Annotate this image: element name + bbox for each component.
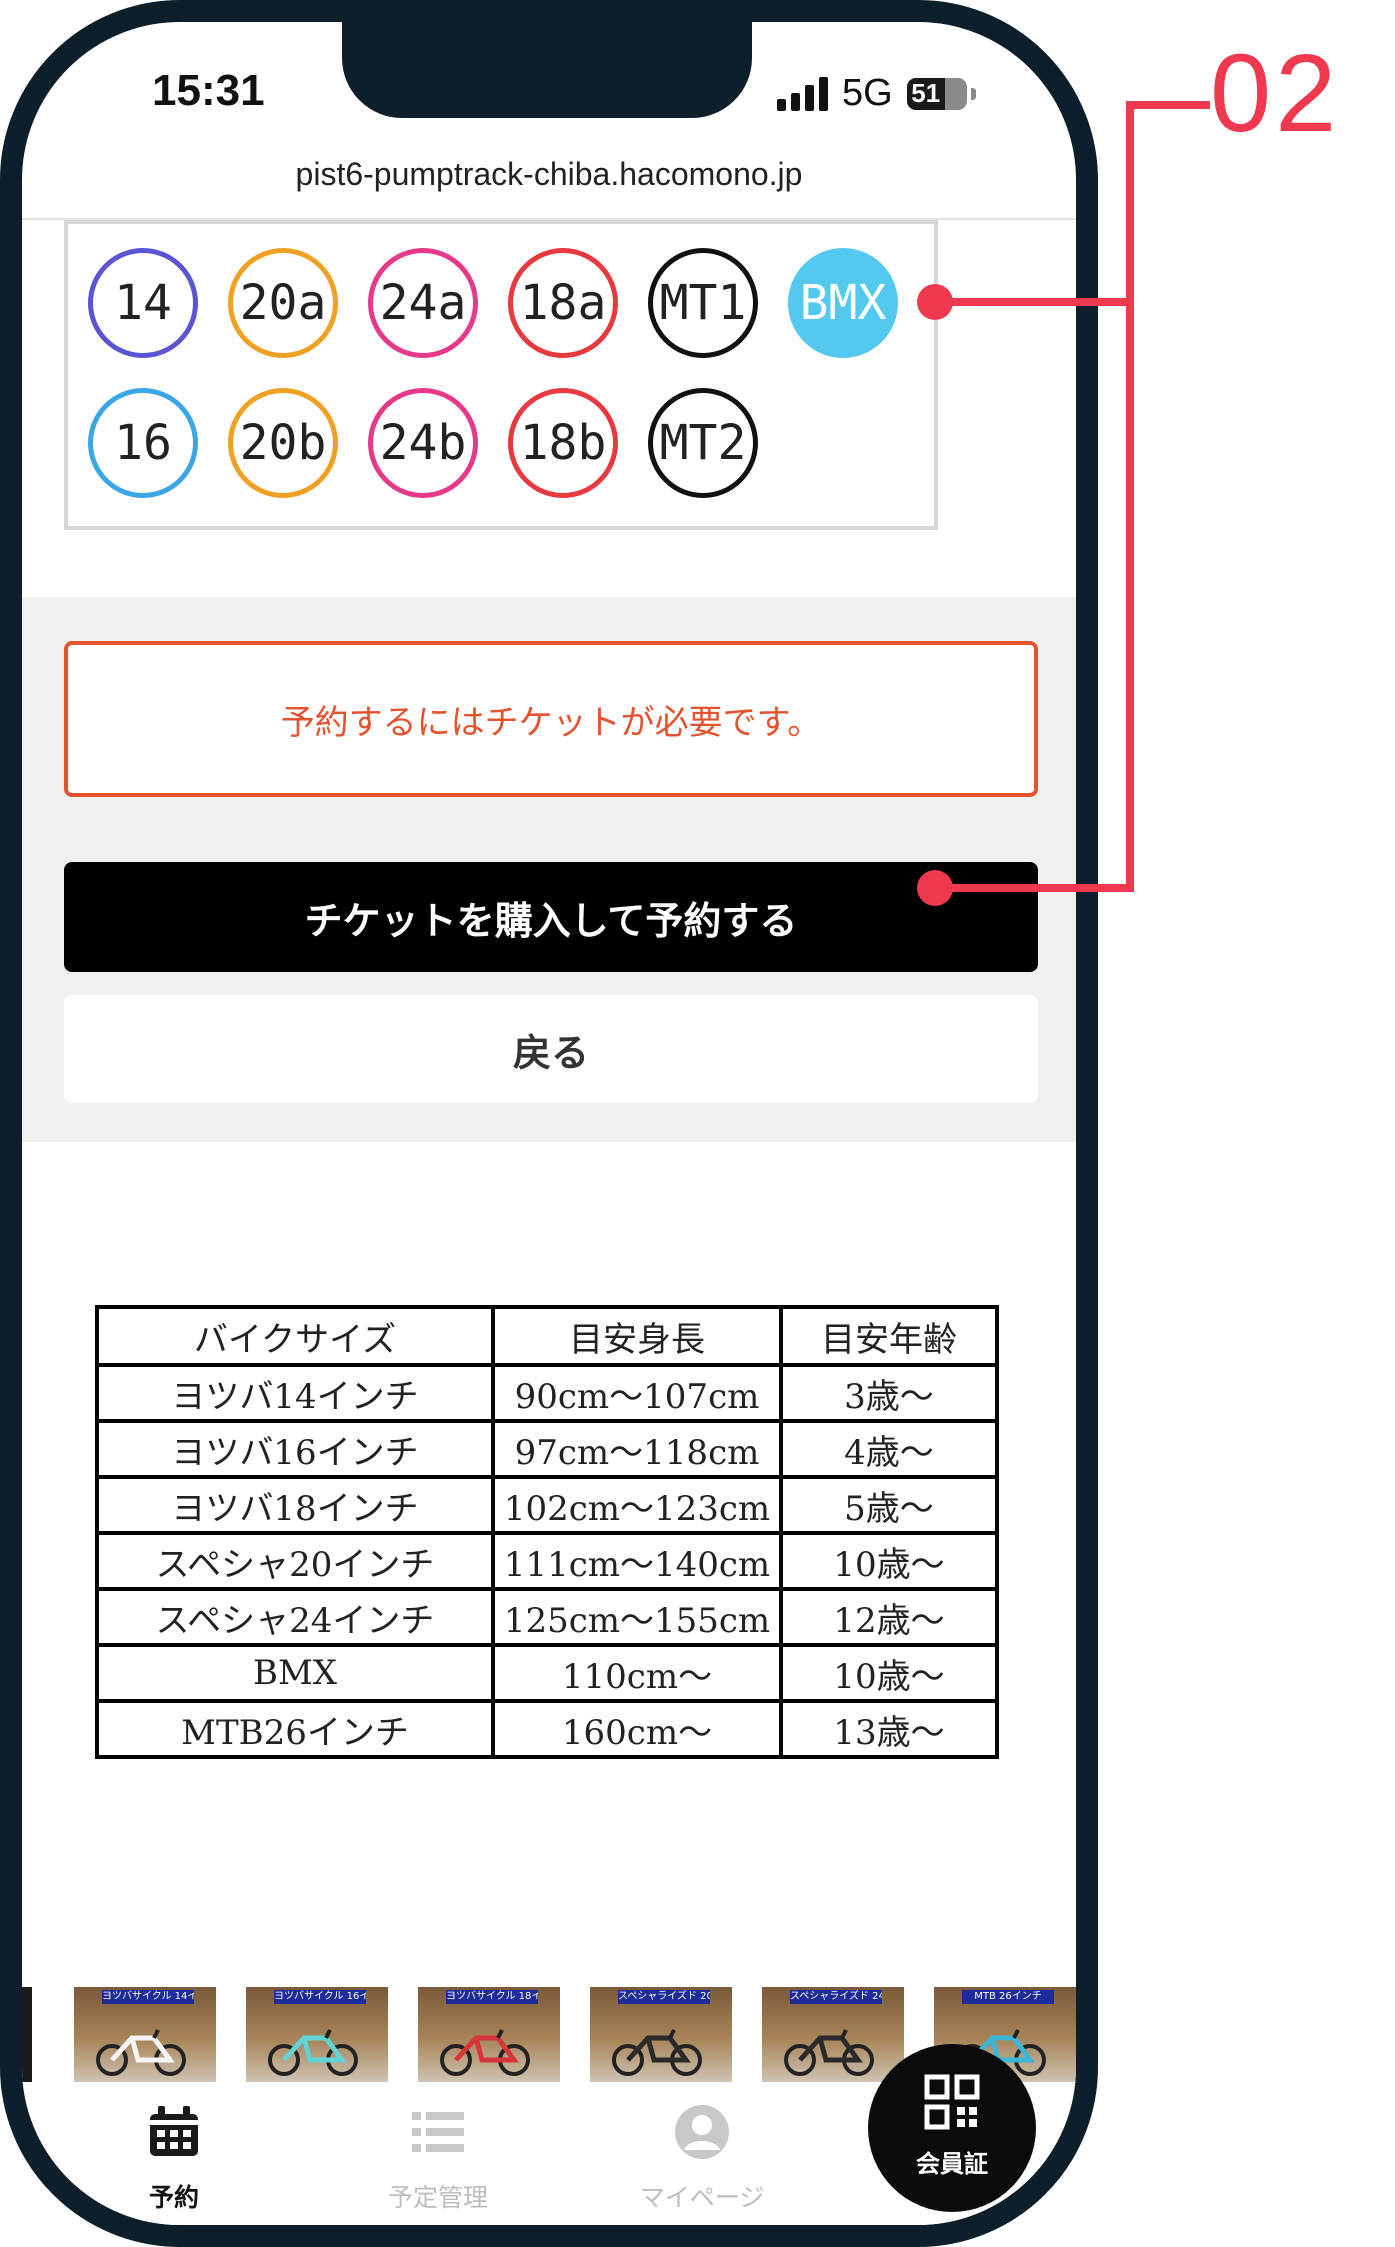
annotation-overlay bbox=[917, 101, 1210, 906]
annotation-bracket bbox=[935, 101, 1210, 892]
annotation-label: 02 bbox=[1210, 32, 1341, 155]
annotation-dot bbox=[917, 870, 953, 906]
annotation-dot bbox=[917, 284, 953, 320]
